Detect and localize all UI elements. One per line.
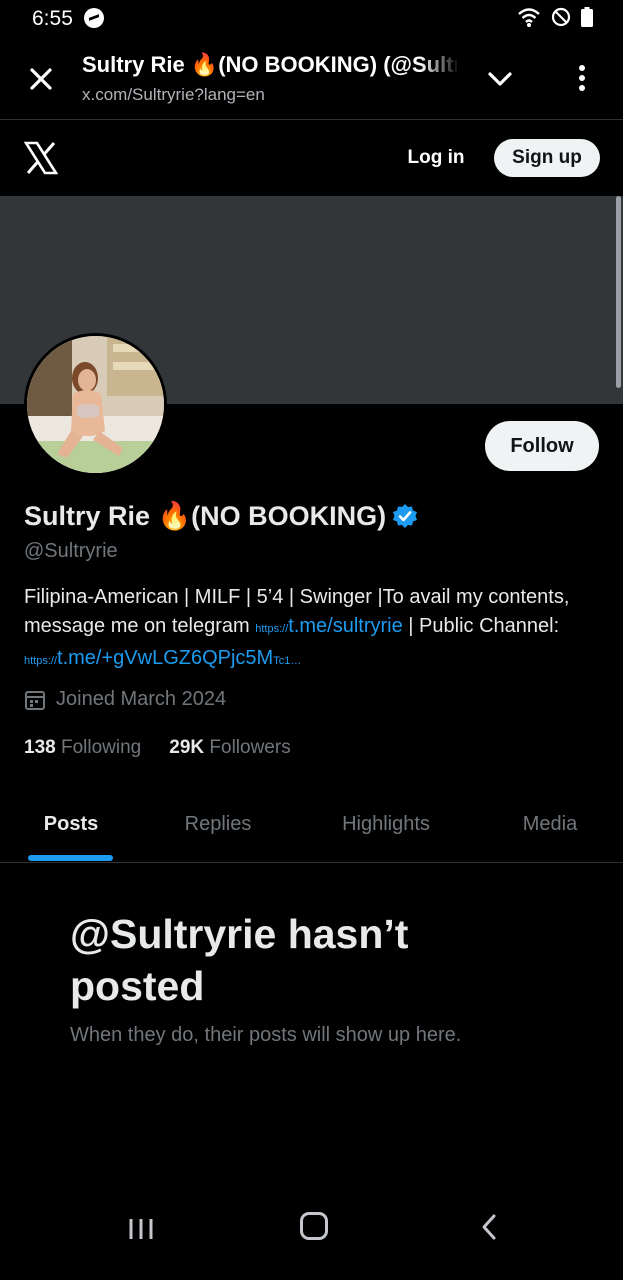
page-title: Sultry Rie 🔥(NO BOOKING) (@Sultryrie) / … bbox=[82, 52, 457, 77]
avatar-photo bbox=[27, 336, 164, 473]
battery-icon bbox=[581, 7, 593, 27]
more-vertical-icon bbox=[579, 65, 585, 91]
profile-bio: Filipina-American | MILF | 5’4 | Swinger… bbox=[24, 583, 604, 676]
tab-media[interactable]: Media bbox=[500, 790, 600, 863]
x-logo-icon[interactable] bbox=[23, 141, 59, 175]
tab-highlights[interactable]: Highlights bbox=[318, 790, 454, 863]
more-options-button[interactable] bbox=[570, 60, 594, 96]
profile-tabs: Posts Replies Highlights Media bbox=[0, 790, 623, 863]
chevron-down-icon bbox=[488, 72, 512, 86]
scrollbar[interactable] bbox=[616, 196, 621, 388]
link-tail: Tc1… bbox=[273, 655, 302, 667]
follow-stats: 138 Following 29K Followers bbox=[24, 737, 291, 759]
link-text: t.me/+gVwLGZ6QPjc5M bbox=[57, 647, 274, 669]
link-prefix: https:// bbox=[24, 655, 58, 667]
login-button[interactable]: Log in bbox=[396, 143, 476, 173]
status-time: 6:55 bbox=[32, 7, 73, 30]
bio-text: | Public Channel: bbox=[402, 615, 560, 637]
minimize-tab-button[interactable] bbox=[484, 66, 516, 92]
tab-replies[interactable]: Replies bbox=[160, 790, 276, 863]
back-button[interactable] bbox=[478, 1212, 500, 1242]
close-tab-button[interactable] bbox=[24, 62, 58, 96]
page-url[interactable]: x.com/Sultryrie?lang=en bbox=[82, 85, 265, 105]
tab-posts[interactable]: Posts bbox=[14, 790, 128, 863]
browser-toolbar: Sultry Rie 🔥(NO BOOKING) (@Sultryrie) / … bbox=[0, 38, 623, 120]
follow-button[interactable]: Follow bbox=[485, 421, 599, 471]
title-fade bbox=[420, 50, 460, 82]
recents-button[interactable] bbox=[126, 1216, 156, 1242]
messenger-icon bbox=[84, 8, 104, 28]
display-name-text: Sultry Rie 🔥(NO BOOKING) bbox=[24, 501, 387, 531]
user-handle: @Sultryrie bbox=[24, 540, 118, 562]
calendar-icon bbox=[25, 690, 45, 710]
signup-button[interactable]: Sign up bbox=[494, 139, 600, 177]
system-nav-bar bbox=[0, 1202, 623, 1280]
empty-state-subtitle: When they do, their posts will show up h… bbox=[70, 1024, 462, 1046]
display-name: Sultry Rie 🔥(NO BOOKING) bbox=[24, 500, 418, 532]
verified-badge-icon[interactable] bbox=[392, 503, 418, 529]
bio-link-telegram[interactable]: https://t.me/sultryrie bbox=[255, 615, 403, 637]
following-stat[interactable]: 138 Following bbox=[24, 737, 141, 759]
joined-text: Joined March 2024 bbox=[56, 688, 227, 710]
empty-state-title: @Sultryrie hasn’t posted bbox=[70, 911, 409, 1009]
followers-count: 29K bbox=[169, 737, 205, 758]
active-tab-indicator bbox=[28, 855, 113, 861]
following-count: 138 bbox=[24, 737, 56, 758]
link-text: t.me/sultryrie bbox=[288, 615, 403, 637]
avatar[interactable] bbox=[24, 333, 167, 476]
do-not-disturb-icon bbox=[551, 7, 571, 27]
following-label: Following bbox=[60, 737, 142, 758]
link-prefix: https:// bbox=[255, 623, 289, 635]
bio-link-channel[interactable]: https://t.me/+gVwLGZ6QPjc5MTc1… bbox=[24, 647, 301, 669]
joined-date: Joined March 2024 bbox=[24, 688, 226, 711]
home-button[interactable] bbox=[300, 1212, 328, 1240]
status-bar: 6:55 bbox=[0, 0, 623, 38]
x-header: Log in Sign up bbox=[0, 121, 623, 196]
close-icon bbox=[30, 68, 52, 90]
followers-label: Followers bbox=[209, 737, 291, 758]
recents-icon bbox=[129, 1219, 153, 1239]
wifi-icon bbox=[517, 6, 541, 28]
followers-stat[interactable]: 29K Followers bbox=[169, 737, 290, 759]
status-icons bbox=[517, 6, 593, 28]
back-icon bbox=[482, 1214, 496, 1240]
